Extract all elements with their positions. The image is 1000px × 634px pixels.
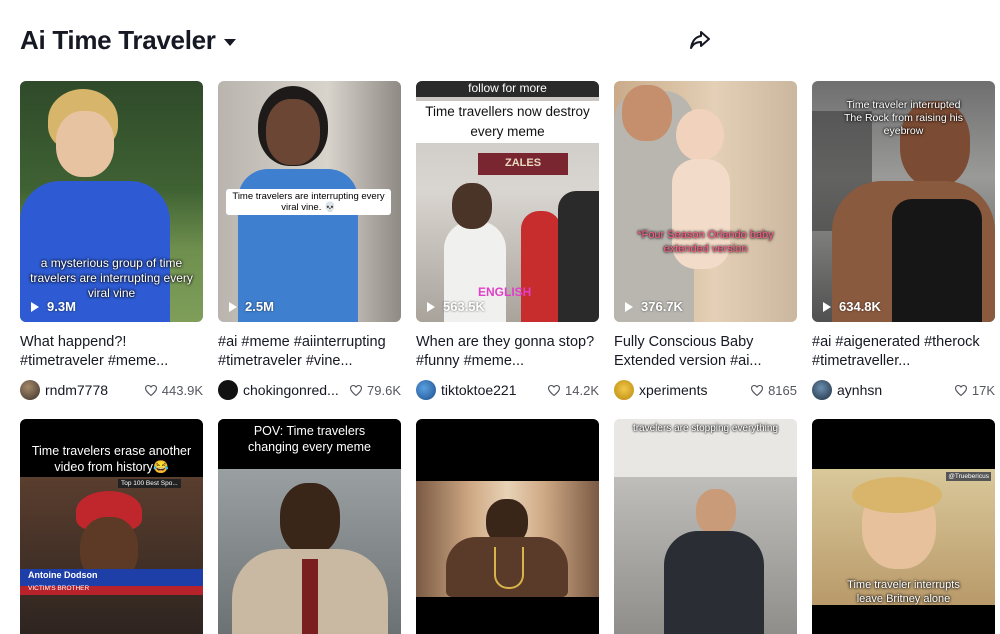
video-meta: chokingonred... 79.6K xyxy=(218,379,401,401)
video-overlay-text: a mysterious group of time travelers are… xyxy=(30,256,193,300)
video-card[interactable]: Time travelers erase another video from … xyxy=(20,419,203,634)
video-thumbnail[interactable]: *Four Season Orlando baby extended versi… xyxy=(614,81,797,322)
avatar[interactable] xyxy=(416,380,436,400)
view-count: 563.5K xyxy=(427,299,485,314)
avatar[interactable] xyxy=(614,380,634,400)
username[interactable]: rndm7778 xyxy=(45,382,145,398)
play-icon xyxy=(229,301,237,312)
play-icon xyxy=(31,301,39,312)
video-description[interactable]: Fully Conscious Baby Extended version #a… xyxy=(614,333,797,371)
video-meta: rndm7778 443.9K xyxy=(20,379,203,401)
video-description[interactable]: #ai #aigenerated #therock #timetraveller… xyxy=(812,333,995,371)
thumb-figure xyxy=(452,183,492,229)
watermark: @Truebericus xyxy=(946,472,991,481)
video-overlay-text: Time traveler interrupted The Rock from … xyxy=(843,99,964,138)
play-icon xyxy=(625,301,633,312)
chevron-down-icon[interactable] xyxy=(223,38,236,46)
video-thumbnail[interactable]: travelers are stopping everything xyxy=(614,419,797,634)
thumb-figure xyxy=(521,211,561,322)
store-sign: ZALES xyxy=(504,157,542,169)
view-count: 376.7K xyxy=(625,299,683,314)
username[interactable]: tiktoktoe221 xyxy=(441,382,548,398)
thumb-figure xyxy=(852,477,942,513)
video-overlay-text: Time traveler interrupts leave Britney a… xyxy=(847,579,960,605)
thumb-figure xyxy=(664,531,764,634)
video-meta: xperiments 8165 xyxy=(614,379,797,401)
video-thumbnail[interactable]: a mysterious group of time travelers are… xyxy=(20,81,203,322)
thumb-figure xyxy=(696,489,736,535)
video-thumbnail[interactable]: Time travelers erase another video from … xyxy=(20,419,203,634)
video-thumbnail[interactable]: Time travelers are interrupting every vi… xyxy=(218,81,401,322)
video-overlay-text: travelers are stopping everything xyxy=(632,423,779,434)
video-grid: a mysterious group of time travelers are… xyxy=(20,81,995,401)
thumb-figure xyxy=(302,559,318,634)
thumb-figure xyxy=(558,191,599,322)
like-count: 17K xyxy=(954,383,995,398)
video-card[interactable]: *Four Season Orlando baby extended versi… xyxy=(614,81,797,401)
thumb-figure xyxy=(266,99,320,165)
like-count: 443.9K xyxy=(144,383,203,398)
video-thumbnail[interactable]: Time traveler interrupted The Rock from … xyxy=(812,81,995,322)
follow-banner: follow for more xyxy=(416,81,599,97)
thumb-figure xyxy=(494,547,524,589)
play-icon xyxy=(823,301,831,312)
language-tag: ENGLISH xyxy=(478,285,532,299)
avatar[interactable] xyxy=(812,380,832,400)
video-card[interactable]: ZALES follow for more Time travellers no… xyxy=(416,81,599,401)
thumb-figure xyxy=(56,111,114,177)
video-description[interactable]: What happend?! #timetraveler #meme... xyxy=(20,333,203,371)
heart-icon xyxy=(350,384,363,396)
video-thumbnail[interactable] xyxy=(416,419,599,634)
chyron-name: Antoine Dodson xyxy=(28,570,98,580)
view-count: 9.3M xyxy=(31,299,76,314)
heart-icon xyxy=(548,384,561,396)
play-icon xyxy=(427,301,435,312)
video-description[interactable]: #ai #meme #aiinterrupting #timetraveler … xyxy=(218,333,401,371)
video-card[interactable]: travelers are stopping everything xyxy=(614,419,797,634)
heart-icon xyxy=(751,384,764,396)
video-card[interactable]: a mysterious group of time travelers are… xyxy=(20,81,203,401)
thumb-figure xyxy=(892,199,982,322)
video-grid-row-2: Time travelers erase another video from … xyxy=(20,419,995,634)
video-overlay-text: *Four Season Orlando baby extended versi… xyxy=(637,229,774,255)
share-icon[interactable] xyxy=(688,28,712,52)
video-meta: aynhsn 17K xyxy=(812,379,995,401)
video-overlay-text: Time travelers are interrupting every vi… xyxy=(226,189,391,215)
avatar[interactable] xyxy=(218,380,238,400)
chyron-subtitle: VICTIM'S BROTHER xyxy=(28,585,90,592)
thumb-figure xyxy=(676,109,724,161)
heart-icon xyxy=(144,384,157,396)
thumb-figure xyxy=(622,85,672,141)
username[interactable]: chokingonred... xyxy=(243,382,350,398)
video-description[interactable]: When are they gonna stop? #funny #meme..… xyxy=(416,333,599,371)
video-overlay-text: Time travellers now destroy every meme xyxy=(416,101,599,143)
video-thumbnail[interactable]: @Truebericus Time traveler interrupts le… xyxy=(812,419,995,634)
news-label: Top 100 Best Spo... xyxy=(118,479,181,488)
thumb-figure xyxy=(280,483,340,555)
video-card[interactable]: @Truebericus Time traveler interrupts le… xyxy=(812,419,995,634)
like-count: 79.6K xyxy=(350,383,401,398)
collection-title: Ai Time Traveler xyxy=(20,24,216,55)
view-count: 634.8K xyxy=(823,299,881,314)
video-card[interactable]: POV: Time travelers changing every meme xyxy=(218,419,401,634)
collection-header: Ai Time Traveler xyxy=(20,20,236,60)
video-thumbnail[interactable]: POV: Time travelers changing every meme xyxy=(218,419,401,634)
video-overlay-text: Time travelers erase another video from … xyxy=(20,443,203,476)
video-meta: tiktoktoe221 14.2K xyxy=(416,379,599,401)
video-thumbnail[interactable]: ZALES follow for more Time travellers no… xyxy=(416,81,599,322)
video-overlay-text: POV: Time travelers changing every meme xyxy=(218,419,401,456)
view-count: 2.5M xyxy=(229,299,274,314)
video-card[interactable] xyxy=(416,419,599,634)
video-card[interactable]: Time traveler interrupted The Rock from … xyxy=(812,81,995,401)
video-card[interactable]: Time travelers are interrupting every vi… xyxy=(218,81,401,401)
like-count: 8165 xyxy=(751,383,797,398)
username[interactable]: xperiments xyxy=(639,382,751,398)
like-count: 14.2K xyxy=(548,383,599,398)
username[interactable]: aynhsn xyxy=(837,382,955,398)
heart-icon xyxy=(954,384,967,396)
avatar[interactable] xyxy=(20,380,40,400)
